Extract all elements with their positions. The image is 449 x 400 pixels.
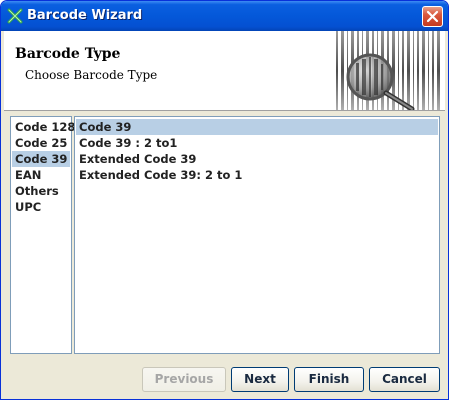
finish-button[interactable]: Finish [294,367,364,392]
category-item-selected[interactable]: Code 39 [12,151,70,167]
barcode-type-list[interactable]: Code 39 Code 39 : 2 to1 Extended Code 39… [74,116,440,354]
close-icon [426,10,439,23]
barcode-magnifier-icon [332,31,445,110]
category-item[interactable]: EAN [12,167,70,183]
close-button[interactable] [422,6,443,27]
window-title: Barcode Wizard [27,8,143,23]
category-item[interactable]: Others [12,183,70,199]
previous-button[interactable]: Previous [142,367,226,392]
barcode-wizard-window: Barcode Wizard Barcode Type Choose Barco… [0,0,449,400]
type-item-selected[interactable]: Code 39 [76,119,438,135]
page-title: Barcode Type [15,46,121,62]
wizard-header: Barcode Type Choose Barcode Type [4,31,445,111]
category-item[interactable]: Code 128 [12,119,75,135]
type-item[interactable]: Code 39 : 2 to1 [76,135,438,151]
type-item[interactable]: Extended Code 39 [76,151,438,167]
wizard-body: Barcode Type Choose Barcode Type Code 12… [4,31,445,397]
barcode-category-list[interactable]: Code 128 Code 25 Code 39 EAN Others UPC [10,116,75,354]
page-subtitle: Choose Barcode Type [25,68,158,82]
title-bar[interactable]: Barcode Wizard [1,1,448,31]
cancel-button[interactable]: Cancel [369,367,440,392]
category-item[interactable]: UPC [12,199,70,215]
category-item[interactable]: Code 25 [12,135,70,151]
barcode-wizard-icon [7,8,23,24]
type-item[interactable]: Extended Code 39: 2 to 1 [76,167,438,183]
next-button[interactable]: Next [231,367,289,392]
